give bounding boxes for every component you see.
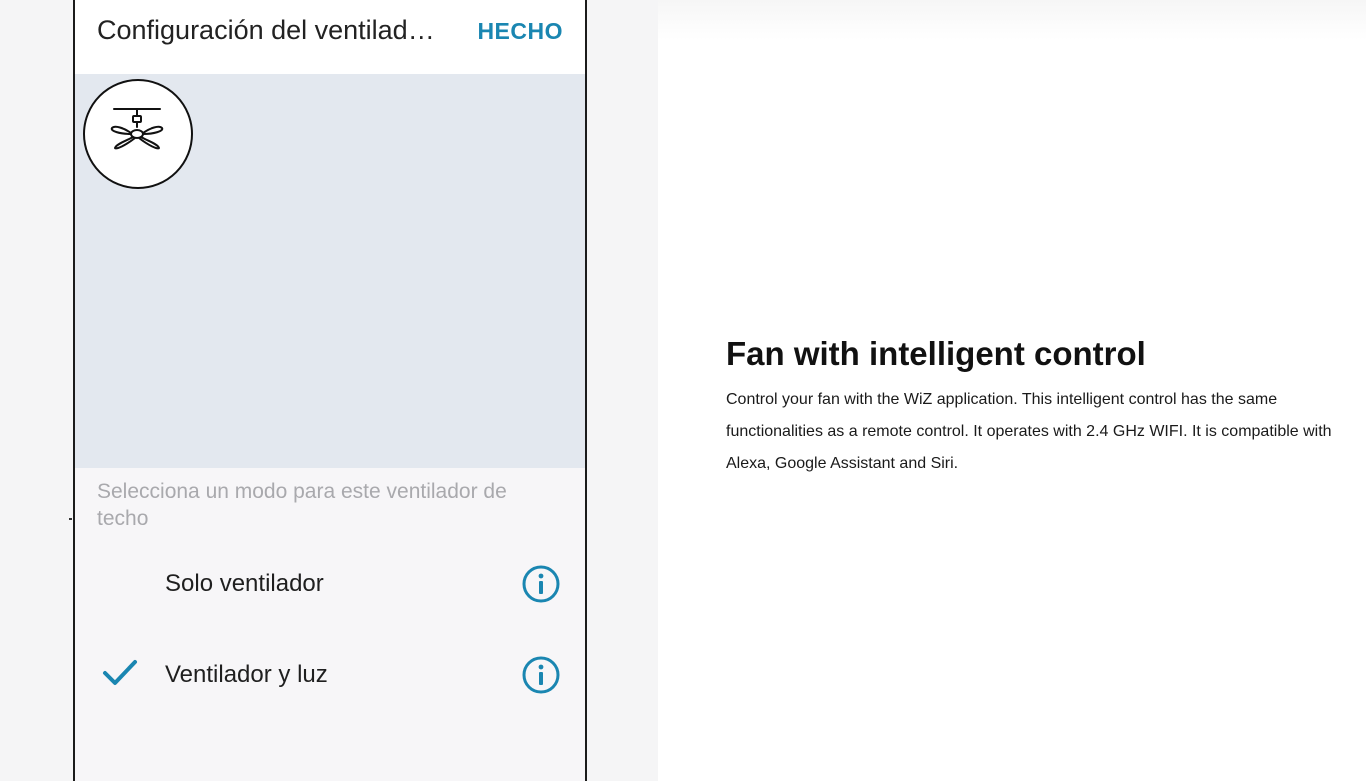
mode-prompt: Selecciona un modo para este ventilador … <box>97 480 507 530</box>
page-title: Configuración del ventilad… <box>97 15 435 45</box>
mode-option-label: Ventilador y luz <box>165 661 328 688</box>
fan-preview-area <box>75 74 585 468</box>
feature-description: Control your fan with the WiZ applicatio… <box>726 391 1332 472</box>
checkmark-icon <box>101 658 139 693</box>
mode-option-fan-only[interactable]: Solo ventilador <box>75 549 585 619</box>
page: Configuración del ventilad… HECHO Selecc… <box>0 0 1366 781</box>
product-feature-section: Fan with intelligent control Control you… <box>726 334 1346 480</box>
info-icon[interactable] <box>521 564 561 609</box>
divider-mark <box>69 518 72 520</box>
done-button[interactable]: HECHO <box>477 18 563 45</box>
info-icon[interactable] <box>521 655 561 700</box>
fan-avatar[interactable] <box>83 79 193 189</box>
mode-option-label: Solo ventilador <box>165 570 324 597</box>
app-header: Configuración del ventilad… HECHO <box>75 0 585 74</box>
phone-frame: Configuración del ventilad… HECHO Selecc… <box>73 0 587 781</box>
ceiling-fan-icon <box>110 108 164 150</box>
feature-heading: Fan with intelligent control <box>726 335 1146 372</box>
mode-option-fan-and-light[interactable]: Ventilador y luz <box>75 640 585 710</box>
